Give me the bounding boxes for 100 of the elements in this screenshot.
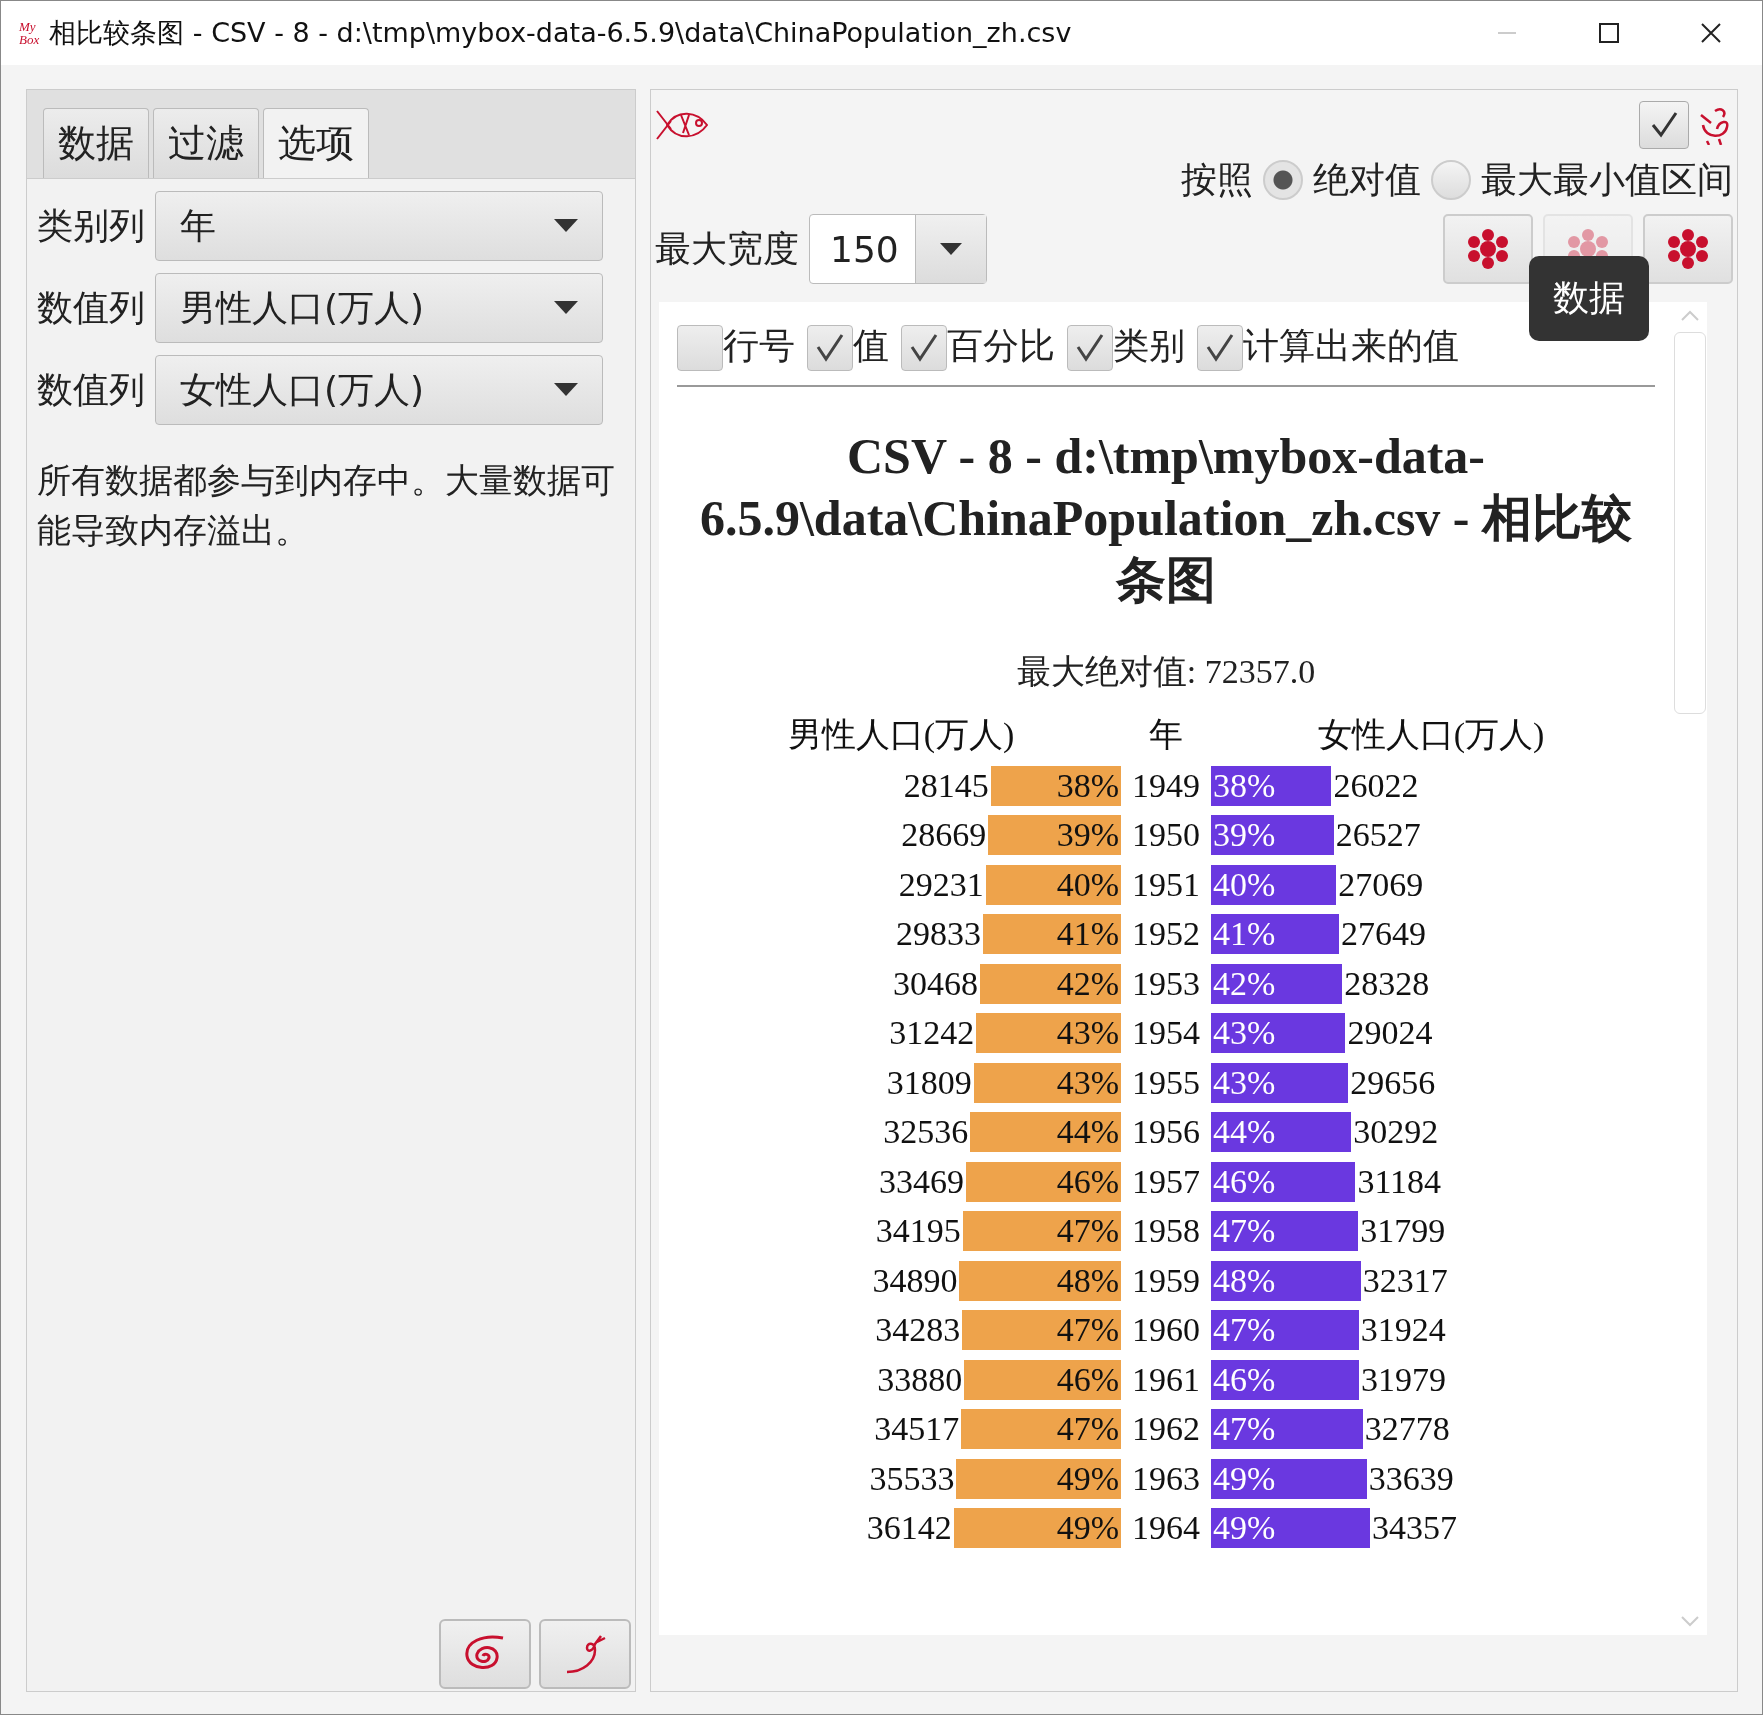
value-label: 29833 [895,915,981,954]
category-label: 1964 [1132,1509,1200,1548]
tab[interactable]: 选项 [263,108,369,178]
checkbox[interactable] [1067,325,1113,371]
checkbox-label[interactable]: 类别 [1113,322,1185,371]
tab[interactable]: 过滤 [153,108,259,178]
value-label: 31979 [1361,1360,1447,1399]
bar: 41% [982,914,1121,955]
window-title: 相比较条图 - CSV - 8 - d:\tmp\mybox-data-6.5.9\data\ChinaPopulation_zh.csv [49,16,1072,50]
category-label: 1958 [1132,1212,1200,1251]
category-label: 1952 [1132,915,1200,954]
checkbox-label[interactable]: 计算出来的值 [1243,322,1459,371]
value-label: 31809 [886,1063,972,1102]
bar: 39% [988,815,1121,856]
caret-icon [940,243,962,255]
bar: 43% [976,1013,1121,1054]
value-label: 31184 [1357,1162,1442,1201]
category-label: 1955 [1132,1063,1200,1102]
checkbox[interactable] [807,325,853,371]
check-button[interactable] [1639,101,1689,149]
bar: 46% [966,1161,1121,1202]
bar: 47% [962,1310,1121,1351]
category-label: 1951 [1132,865,1200,904]
bar: 49% [956,1458,1121,1499]
flower-button[interactable] [1443,214,1533,284]
value-label: 34283 [875,1311,961,1350]
bar: 49% [953,1508,1121,1549]
spiral-button[interactable] [439,1619,531,1689]
category-label: 1949 [1132,766,1200,805]
close-icon[interactable] [1700,22,1722,44]
bar: 48% [959,1260,1121,1301]
checkbox-label[interactable]: 百分比 [947,322,1055,371]
flower-button[interactable] [1643,214,1733,284]
bar: 41% [1211,914,1339,955]
category-label: 1962 [1132,1410,1200,1449]
bar: 49% [1211,1508,1371,1549]
bar: 42% [979,963,1121,1004]
max-width-label: 最大宽度 [655,226,799,271]
field-label: 数值列 [37,285,146,330]
max-value-text: 最大绝对值: 72357.0 [1015,652,1317,692]
value-label: 27649 [1341,915,1426,954]
scale-label: 按照 [1181,157,1253,202]
bar: 44% [970,1112,1121,1153]
column-header: 男性人口(万人) [787,715,1015,755]
value-label: 32317 [1362,1261,1448,1300]
checkbox[interactable] [1197,325,1243,371]
bar: 40% [985,864,1121,905]
radio-button[interactable] [1431,160,1471,200]
maximize-icon[interactable] [1598,22,1620,44]
tooltip: 数据 [1529,256,1649,341]
value-label: 26527 [1335,816,1421,855]
radio-button[interactable] [1263,160,1303,200]
checkbox-label[interactable]: 值 [853,322,889,371]
bar: 47% [1211,1211,1359,1252]
bar: 38% [1211,765,1332,806]
value-label: 30468 [892,964,978,1003]
value-label: 28328 [1344,964,1430,1003]
app-logo: My Box [19,20,40,46]
bar: 47% [961,1409,1121,1450]
category-label: 1960 [1132,1311,1200,1350]
value-label: 31924 [1360,1311,1446,1350]
value-label: 29231 [898,865,984,904]
check-icon [1074,333,1106,363]
bar: 44% [1211,1112,1352,1153]
caret-icon [554,383,578,397]
value-label: 26022 [1333,766,1419,805]
bar: 46% [964,1359,1121,1400]
caret-icon [554,219,578,233]
value-label: 33880 [877,1360,963,1399]
check-icon [1649,110,1679,140]
column-dropdown[interactable]: 年 [155,191,603,261]
check-icon [908,333,940,363]
radio-label[interactable]: 绝对值 [1313,155,1421,205]
bar: 47% [1211,1310,1359,1351]
tab[interactable]: 数据 [43,108,149,178]
checkbox[interactable] [677,325,723,371]
bar: 42% [1211,963,1343,1004]
category-label: 1961 [1132,1360,1200,1399]
bar: 47% [1211,1409,1363,1450]
bar: 46% [1211,1161,1356,1202]
bar: 47% [962,1211,1121,1252]
column-dropdown[interactable]: 男性人口(万人) [155,273,603,343]
bar: 39% [1211,815,1334,856]
category-label: 1954 [1132,1014,1200,1053]
value-label: 34517 [874,1410,960,1449]
bar: 43% [1211,1013,1346,1054]
max-width-combo[interactable]: 150 [809,214,987,284]
checkbox-label[interactable]: 行号 [723,322,795,371]
value-label: 35533 [869,1459,955,1498]
column-dropdown[interactable]: 女性人口(万人) [155,355,603,425]
value-label: 34357 [1372,1509,1458,1548]
bar: 48% [1211,1260,1361,1301]
value-label: 28669 [901,816,987,855]
checkbox[interactable] [901,325,947,371]
check-icon [814,333,846,363]
caret-icon [554,301,578,315]
category-label: 1950 [1132,816,1200,855]
value-label: 28145 [903,766,989,805]
radio-label[interactable]: 最大最小值区间 [1481,155,1733,205]
swirl-button[interactable] [539,1619,631,1689]
